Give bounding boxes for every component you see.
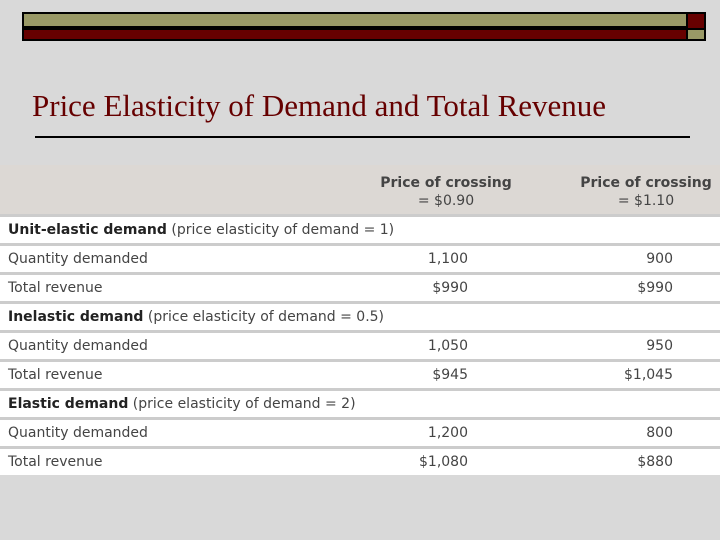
row-label: Total revenue — [8, 280, 103, 296]
value-090: 1,050 — [427, 338, 468, 354]
header-line: = $1.10 — [617, 193, 675, 209]
table-header: Price of crossing = $0.90 Price of cross… — [0, 165, 720, 214]
row-label: Quantity demanded — [8, 338, 148, 354]
section-title: Inelastic demand — [8, 309, 144, 325]
value-090: $945 — [432, 367, 468, 383]
header-line: = $0.90 — [417, 193, 475, 209]
table-row: Quantity demanded 1,100 900 — [0, 243, 720, 272]
table-row: Total revenue $1,080 $880 — [0, 446, 720, 475]
decor-square-olive — [686, 28, 706, 41]
column-header-110: Price of crossing = $1.10 — [572, 174, 720, 210]
section-row: Inelastic demand (price elasticity of de… — [0, 301, 720, 330]
value-110: 800 — [646, 425, 673, 441]
section-label: Inelastic demand (price elasticity of de… — [8, 309, 384, 325]
section-row: Unit-elastic demand (price elasticity of… — [0, 214, 720, 243]
row-label: Total revenue — [8, 454, 103, 470]
value-090: 1,100 — [427, 251, 468, 267]
row-label: Total revenue — [8, 367, 103, 383]
section-note: (price elasticity of demand = 0.5) — [143, 309, 385, 325]
value-090: 1,200 — [427, 425, 468, 441]
decor-bar-red — [22, 28, 688, 41]
section-label: Unit-elastic demand (price elasticity of… — [8, 222, 394, 238]
section-note: (price elasticity of demand = 1) — [166, 222, 395, 238]
value-090: $1,080 — [419, 454, 468, 470]
section-title: Elastic demand — [8, 396, 129, 412]
section-title: Unit-elastic demand — [8, 222, 167, 238]
table-row: Quantity demanded 1,200 800 — [0, 417, 720, 446]
section-note: (price elasticity of demand = 2) — [128, 396, 356, 412]
header-line: Price of crossing — [580, 175, 712, 191]
value-110: $990 — [637, 280, 673, 296]
decor-bar-olive — [22, 12, 688, 28]
value-110: 900 — [646, 251, 673, 267]
header-line: Price of crossing — [380, 175, 512, 191]
value-110: 950 — [646, 338, 673, 354]
row-label: Quantity demanded — [8, 251, 148, 267]
value-110: $880 — [637, 454, 673, 470]
row-label: Quantity demanded — [8, 425, 148, 441]
elasticity-table: Price of crossing = $0.90 Price of cross… — [0, 165, 720, 475]
table-row: Total revenue $990 $990 — [0, 272, 720, 301]
column-header-090: Price of crossing = $0.90 — [372, 174, 520, 210]
section-label: Elastic demand (price elasticity of dema… — [8, 396, 356, 412]
value-090: $990 — [432, 280, 468, 296]
table-row: Quantity demanded 1,050 950 — [0, 330, 720, 359]
section-row: Elastic demand (price elasticity of dema… — [0, 388, 720, 417]
slide-title: Price Elasticity of Demand and Total Rev… — [32, 88, 607, 123]
title-underline — [35, 136, 690, 138]
value-110: $1,045 — [624, 367, 673, 383]
table-row: Total revenue $945 $1,045 — [0, 359, 720, 388]
